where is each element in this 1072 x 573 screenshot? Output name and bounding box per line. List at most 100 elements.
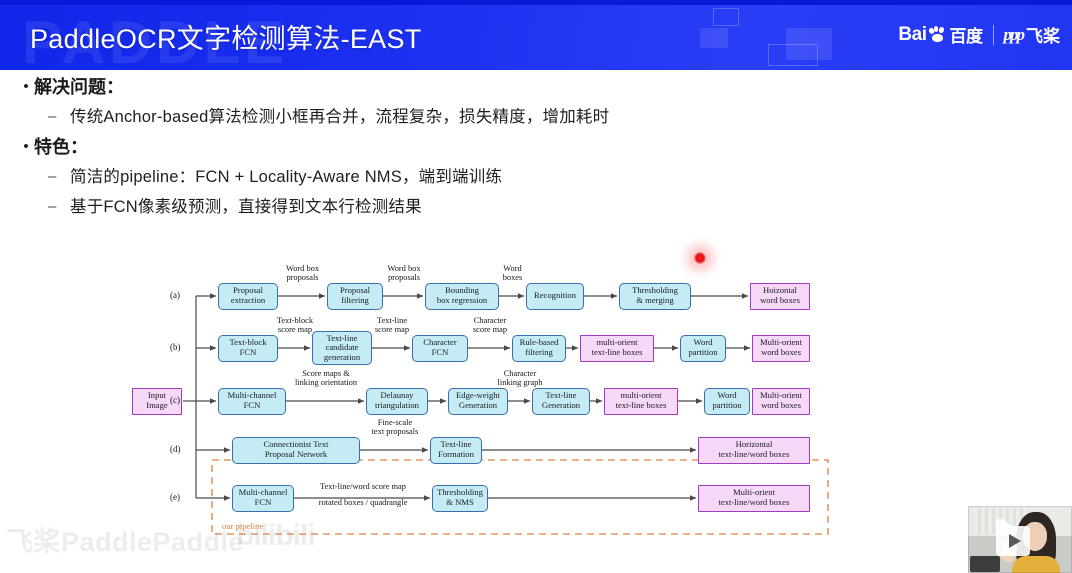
- node-label-line: generation: [323, 351, 361, 362]
- bullet-item-1: – 传统Anchor-based算法检测小框再合并，流程复杂，损失精度，增加耗时: [48, 104, 1072, 130]
- bullet-text: 解决问题：: [34, 77, 124, 97]
- node-label-line: text-line/word boxes: [718, 497, 790, 507]
- edge-label-line: text proposals: [371, 427, 419, 437]
- diagram-node: Multi-orient word boxes: [752, 387, 810, 415]
- diagram-row-id-c: (c): [170, 395, 180, 405]
- node-label-line: extraction: [230, 295, 266, 305]
- edge-label-line: Character: [473, 316, 507, 325]
- video-overlay-border: [968, 506, 1072, 573]
- diagram-node: Text-line Generation: [532, 387, 590, 415]
- diagram-node: Proposal extraction: [218, 282, 278, 310]
- node-label-line: FCN: [243, 400, 261, 410]
- diagram-node: Character FCN: [412, 334, 468, 362]
- bullet-item-0: • 解决问题：: [18, 74, 1072, 100]
- diagram-node: Multi-channel FCN: [232, 484, 294, 512]
- diagram-node: Bounding box regression: [425, 282, 499, 310]
- header-top-strip: [0, 0, 1072, 5]
- node-label-line: text-line/word boxes: [718, 449, 790, 459]
- paddle-logo-mark: ppp: [1003, 24, 1025, 44]
- edge-label-line: Fine-scale: [377, 418, 413, 427]
- diagram-node: Recognition: [526, 282, 584, 310]
- diagram-node: Multi-orient word boxes: [752, 334, 810, 362]
- edge-label-line: score map: [472, 325, 508, 335]
- diagram-node: Multi-channel FCN: [218, 387, 286, 415]
- bullet-marker: –: [48, 168, 57, 185]
- bullet-text: 传统Anchor-based算法检测小框再合并，流程复杂，损失精度，增加耗时: [70, 108, 610, 126]
- bullet-item-3: – 简洁的pipeline：FCN + Locality-Aware NMS，端…: [48, 164, 1072, 190]
- diagram-node: Word partition: [704, 387, 750, 415]
- video-overlay[interactable]: [968, 506, 1072, 573]
- node-label-line: & merging: [636, 295, 674, 305]
- watermark-paddlepaddle: 飞桨PaddlePaddle: [6, 527, 245, 557]
- bullet-marker: •: [23, 138, 29, 155]
- slide-canvas: PADDLE PaddleOCR文字检测算法-EAST Bai 百度 ppp 飞…: [0, 0, 1072, 573]
- node-label-line: Recognition: [533, 290, 576, 301]
- diagram-node: multi-orient text-line boxes: [580, 334, 654, 362]
- node-label-line: word boxes: [760, 295, 800, 305]
- bullet-marker: –: [48, 198, 57, 215]
- diagram-node: Multi-orient text-line/word boxes: [698, 484, 810, 512]
- node-label-line: Proposal Network: [264, 449, 328, 459]
- diagram-node: Delaunay triangulation: [366, 387, 428, 415]
- node-label-line: text-line boxes: [591, 347, 643, 357]
- baidu-logo: Bai 百度: [898, 22, 984, 47]
- paddle-logo-cn: 飞桨: [1026, 27, 1060, 46]
- diagram-node: Edge-weight Generation: [448, 387, 508, 415]
- diagram-node: Hoizontal word boxes: [750, 282, 810, 310]
- diagram-node: Connectionist Text Proposal Network: [232, 436, 360, 464]
- node-label-line: partition: [688, 347, 718, 357]
- diagram-node: Thresholding & merging: [619, 282, 691, 310]
- diagram-row-id-d: (d): [170, 444, 181, 454]
- diagram-edge-label: Word boxes: [443, 264, 583, 283]
- node-label-line: & NMS: [446, 497, 474, 507]
- node-label-line: filtering: [341, 295, 369, 305]
- page-title: PaddleOCR文字检测算法-EAST: [30, 24, 422, 54]
- baidu-logo-cn: 百度: [949, 27, 984, 46]
- edge-label-line: Word: [503, 264, 522, 273]
- node-label-line: Image: [146, 400, 168, 410]
- diagram-edge-label: Score maps & linking orientation: [256, 369, 396, 388]
- node-label-line: Formation: [438, 449, 474, 459]
- slide-header: PADDLE PaddleOCR文字检测算法-EAST Bai 百度 ppp 飞…: [0, 0, 1072, 70]
- edge-label-line: linking graph: [497, 378, 543, 388]
- diagram-node: Proposal filtering: [327, 282, 383, 310]
- node-label-line: triangulation: [375, 400, 419, 410]
- bullet-text: 基于FCN像素级预测，直接得到文本行检测结果: [70, 198, 422, 216]
- pipeline-diagram: our pipeline Input Image (a) Proposal extrac…: [132, 264, 932, 540]
- node-label-line: Generation: [458, 400, 498, 410]
- logo-divider: [992, 24, 994, 45]
- watermark-bilibili: bilibili: [236, 519, 316, 552]
- bullet-marker: •: [23, 78, 29, 95]
- laser-pointer-dot: [693, 251, 707, 265]
- diagram-node: multi-orient text-line boxes: [604, 387, 678, 415]
- diagram-node: Text-block FCN: [218, 334, 278, 362]
- diagram-node: Word partition: [680, 334, 726, 362]
- header-deco-square-4: [768, 44, 818, 66]
- diagram-node: Horizontal text-line/word boxes: [698, 436, 810, 464]
- edge-label-line: Character: [503, 369, 537, 378]
- paw-icon: [927, 26, 948, 43]
- diagram-row-id-a: (a): [170, 290, 180, 300]
- node-label-line: Generation: [541, 400, 581, 410]
- header-deco-square-2: [700, 28, 728, 48]
- header-deco-square-1: [713, 8, 739, 26]
- diagram-edge-label: Character linking graph: [450, 369, 590, 388]
- node-label-line: word boxes: [761, 347, 801, 357]
- bullet-text: 简洁的pipeline：FCN + Locality-Aware NMS，端到端…: [70, 168, 503, 186]
- diagram-row-id-e: (e): [170, 492, 180, 502]
- edge-label-line: linking orientation: [294, 378, 358, 388]
- node-label-line: word boxes: [761, 400, 801, 410]
- header-logos: Bai 百度 ppp 飞桨: [898, 22, 1060, 47]
- node-label-line: FCN: [254, 497, 272, 507]
- paddlepaddle-logo: ppp 飞桨: [1004, 22, 1061, 47]
- diagram-node: Thresholding & NMS: [432, 484, 488, 512]
- edge-label-line: rotated boxes / quadrangle: [318, 498, 408, 508]
- bullet-marker: –: [48, 108, 57, 125]
- diagram-edge-label: Text-line/word score map rotated boxes / …: [293, 482, 433, 515]
- bullet-text: 特色：: [34, 137, 88, 157]
- node-label-line: text-line boxes: [615, 400, 667, 410]
- diagram-row-id-b: (b): [170, 342, 181, 352]
- edge-label-line: Text-line/word score map: [320, 482, 406, 491]
- bullet-item-2: • 特色：: [18, 134, 1072, 160]
- node-label-line: partition: [712, 400, 742, 410]
